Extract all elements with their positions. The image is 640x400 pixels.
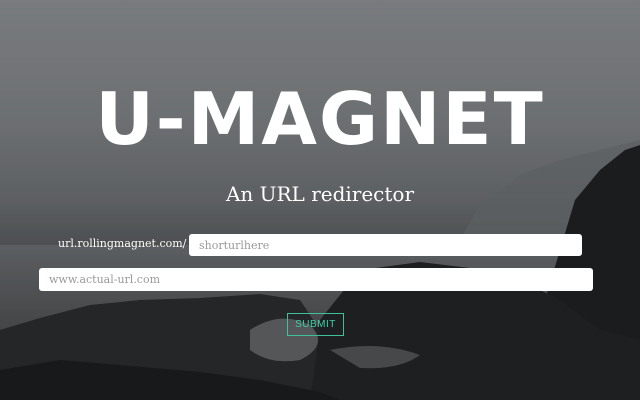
short-url-input[interactable] <box>189 234 582 256</box>
app-title: U-MAGNET <box>95 77 545 161</box>
app-subtitle: An URL redirector <box>225 182 415 206</box>
url-prefix-label: url.rollingmagnet.com/ <box>58 237 187 250</box>
submit-button[interactable]: SUBMIT <box>287 313 344 336</box>
actual-url-input[interactable] <box>39 268 593 291</box>
